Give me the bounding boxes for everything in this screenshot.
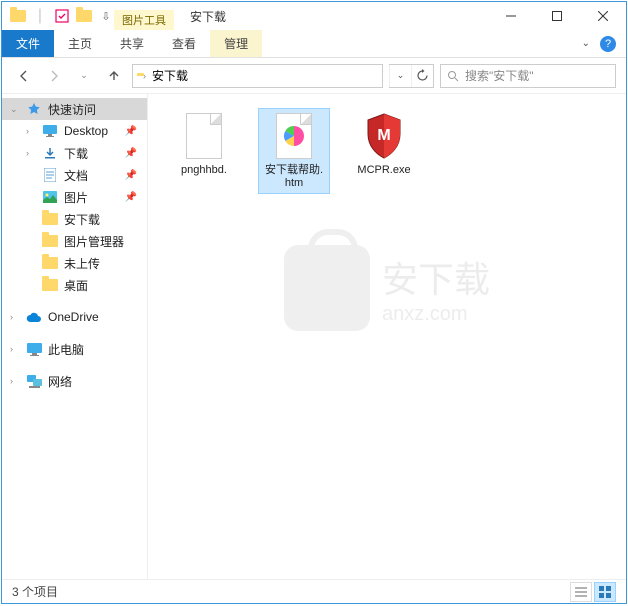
ribbon-expand-icon[interactable]: ⌄ xyxy=(582,38,590,49)
qat-overflow-icon[interactable]: ⇩ xyxy=(98,8,114,24)
nav-network[interactable]: › 网络 xyxy=(2,370,147,392)
navigation-pane: ⌄ 快速访问 ›Desktop📌 ›下载📌 文档📌 图片📌 安下载 图片管理器 … xyxy=(2,94,148,579)
nav-label: 图片管理器 xyxy=(64,233,124,250)
nav-label: Desktop xyxy=(64,124,108,138)
nav-folder-desktop2[interactable]: 桌面 xyxy=(2,274,147,296)
expand-icon[interactable]: › xyxy=(26,148,36,158)
file-item[interactable]: M MCPR.exe xyxy=(348,108,420,181)
file-name: 安下载帮助.htm xyxy=(262,164,326,190)
file-name: pnghhbd. xyxy=(181,164,227,177)
back-button[interactable] xyxy=(12,64,36,88)
up-button[interactable] xyxy=(102,64,126,88)
this-pc-icon xyxy=(26,341,42,357)
nav-documents[interactable]: 文档 📌 xyxy=(2,164,147,186)
file-name: MCPR.exe xyxy=(357,164,410,177)
address-bar: ⌄ › 安下载 ⌄ 搜索"安下载" xyxy=(2,58,626,94)
pin-icon: 📌 xyxy=(125,126,143,137)
properties-icon[interactable] xyxy=(54,8,70,24)
refresh-button[interactable] xyxy=(411,65,433,87)
nav-label: 桌面 xyxy=(64,277,88,294)
expand-icon[interactable]: › xyxy=(10,312,20,322)
desktop-icon xyxy=(42,123,58,139)
file-thumb-blank xyxy=(180,112,228,160)
folder-icon xyxy=(42,233,58,249)
folder-icon xyxy=(42,277,58,293)
nav-label: 网络 xyxy=(48,373,72,390)
address-input[interactable]: › 安下载 xyxy=(132,64,383,88)
tab-view[interactable]: 查看 xyxy=(158,30,210,57)
pin-icon: 📌 xyxy=(125,170,143,181)
ribbon: 文件 主页 共享 查看 管理 ⌄ ? xyxy=(2,30,626,58)
help-icon[interactable]: ? xyxy=(600,36,616,52)
chevron-right-icon[interactable]: › xyxy=(143,71,146,81)
watermark: 安下载anxz.com xyxy=(284,245,490,331)
nav-label: 图片 xyxy=(64,189,88,206)
folder-icon xyxy=(10,8,26,24)
breadcrumb-current[interactable]: 安下载 xyxy=(152,67,188,84)
expand-icon[interactable]: › xyxy=(26,126,36,136)
file-item-selected[interactable]: 安下载帮助.htm xyxy=(258,108,330,194)
nav-label: 快速访问 xyxy=(48,101,96,118)
nav-folder-anxz[interactable]: 安下载 xyxy=(2,208,147,230)
view-details-button[interactable] xyxy=(570,582,592,602)
svg-text:M: M xyxy=(377,127,390,144)
nav-this-pc[interactable]: › 此电脑 xyxy=(2,338,147,360)
nav-label: 未上传 xyxy=(64,255,100,272)
minimize-button[interactable] xyxy=(488,2,534,30)
close-button[interactable] xyxy=(580,2,626,30)
nav-label: 安下载 xyxy=(64,211,100,228)
folder-icon xyxy=(42,255,58,271)
nav-desktop[interactable]: › Desktop 📌 xyxy=(2,120,147,142)
title-bar: | ⇩ 图片工具 安下载 xyxy=(2,2,626,30)
tab-home[interactable]: 主页 xyxy=(54,30,106,57)
collapse-icon[interactable]: ⌄ xyxy=(10,104,20,115)
nav-pictures[interactable]: 图片 📌 xyxy=(2,186,147,208)
forward-button[interactable] xyxy=(42,64,66,88)
folder-icon[interactable] xyxy=(76,8,92,24)
file-thumb-exe: M xyxy=(360,112,408,160)
search-icon xyxy=(447,70,459,82)
window-title: 安下载 xyxy=(174,8,242,25)
nav-folder-unuploaded[interactable]: 未上传 xyxy=(2,252,147,274)
file-thumb-htm xyxy=(270,112,318,160)
qat-divider: | xyxy=(32,8,48,24)
nav-onedrive[interactable]: › OneDrive xyxy=(2,306,147,328)
contextual-tab-header: 图片工具 xyxy=(114,10,174,30)
tab-manage[interactable]: 管理 xyxy=(210,30,262,57)
nav-label: 此电脑 xyxy=(48,341,84,358)
nav-folder-picmgr[interactable]: 图片管理器 xyxy=(2,230,147,252)
address-dropdown-icon[interactable]: ⌄ xyxy=(389,65,411,87)
search-placeholder: 搜索"安下载" xyxy=(465,67,534,84)
view-icons-button[interactable] xyxy=(594,582,616,602)
star-icon xyxy=(26,101,42,117)
search-input[interactable]: 搜索"安下载" xyxy=(440,64,616,88)
maximize-button[interactable] xyxy=(534,2,580,30)
recent-dropdown-icon[interactable]: ⌄ xyxy=(72,64,96,88)
nav-label: 文档 xyxy=(64,167,88,184)
pin-icon: 📌 xyxy=(125,148,143,159)
pictures-icon xyxy=(42,189,58,205)
file-tab[interactable]: 文件 xyxy=(2,30,54,57)
pin-icon: 📌 xyxy=(125,192,143,203)
downloads-icon xyxy=(42,145,58,161)
nav-label: 下载 xyxy=(64,145,88,162)
expand-icon[interactable]: › xyxy=(10,376,20,386)
nav-label: OneDrive xyxy=(48,310,99,324)
network-icon xyxy=(26,373,42,389)
status-bar: 3 个项目 xyxy=(2,579,626,603)
nav-quick-access[interactable]: ⌄ 快速访问 xyxy=(2,98,147,120)
folder-icon xyxy=(42,211,58,227)
documents-icon xyxy=(42,167,58,183)
onedrive-icon xyxy=(26,309,42,325)
file-list[interactable]: 安下载anxz.com pnghhbd. 安下载帮助.htm M MCPR.ex… xyxy=(148,94,626,579)
file-item[interactable]: pnghhbd. xyxy=(168,108,240,181)
tab-share[interactable]: 共享 xyxy=(106,30,158,57)
nav-downloads[interactable]: › 下载 📌 xyxy=(2,142,147,164)
item-count: 3 个项目 xyxy=(12,583,58,600)
expand-icon[interactable]: › xyxy=(10,344,20,354)
